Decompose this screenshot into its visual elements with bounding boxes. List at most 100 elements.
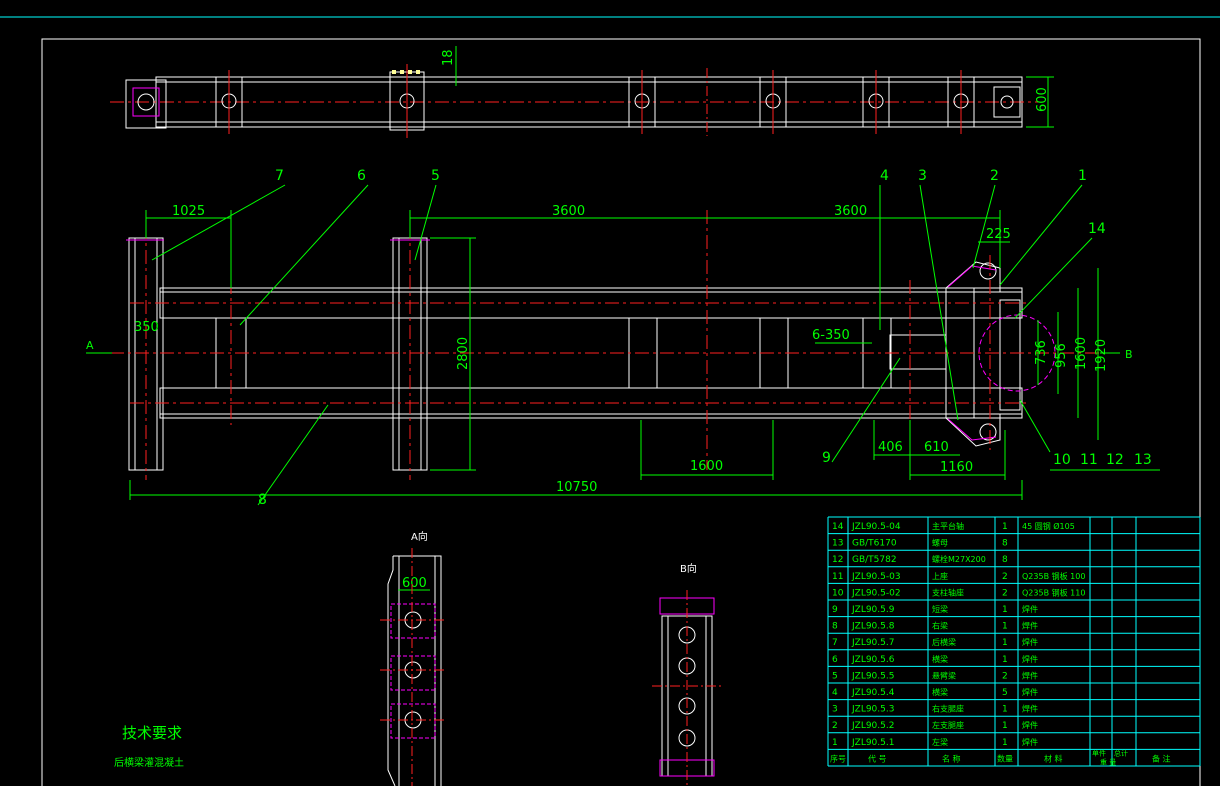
- bom-row-code: JZL90.5-02: [851, 588, 901, 598]
- bom-row-code: JZL90.5-04: [851, 522, 901, 532]
- balloon-10: 10: [1053, 452, 1071, 468]
- bom-header-material: 材 料: [1044, 753, 1063, 763]
- balloon-4: 4: [880, 168, 889, 184]
- bom-row-code: JZL90.5.2: [851, 721, 894, 731]
- bom-row-qty: 1: [1002, 655, 1008, 665]
- bom-row-material: 焊件: [1022, 670, 1038, 680]
- dim-3600-right: 3600: [834, 204, 867, 219]
- bom-row-code: JZL90.5.1: [851, 738, 894, 748]
- bom-row-no: 9: [832, 605, 838, 615]
- bom-row-qty: 1: [1002, 738, 1008, 748]
- balloon-9: 9: [822, 450, 831, 466]
- balloon-7: 7: [275, 168, 284, 184]
- bom-row-material: Q235B 钢板 110: [1022, 587, 1085, 597]
- bom-row-code: JZL90.5.8: [851, 622, 895, 632]
- view-b: B向: [652, 562, 722, 786]
- bom-row-no: 11: [832, 572, 843, 582]
- view-b-title: B向: [680, 562, 697, 575]
- balloon-5: 5: [431, 168, 440, 184]
- bom-row-qty: 8: [1002, 539, 1008, 549]
- bom-row-material: 焊件: [1022, 737, 1038, 747]
- dim-1600-bottom: 1600: [690, 459, 723, 474]
- bom-row-name: 右梁: [932, 621, 948, 631]
- dim-350: 350: [134, 320, 159, 335]
- view-arrow-a: A: [86, 339, 94, 352]
- bom-header-name: 名 称: [942, 753, 961, 763]
- bom-row-name: 横梁: [932, 687, 948, 697]
- bom-row-no: 10: [832, 588, 844, 598]
- bom-header-weight: 重 量: [1100, 758, 1116, 766]
- bom-row-no: 3: [832, 705, 838, 715]
- dim-736: 736: [1034, 340, 1049, 365]
- bom-header-qty: 数量: [997, 753, 1013, 763]
- balloon-14: 14: [1088, 221, 1106, 237]
- bom-row-qty: 2: [1002, 572, 1008, 582]
- bom-row-name: 主平台轴: [932, 521, 964, 531]
- dim-600-top: 600: [1035, 87, 1050, 112]
- bom-row-code: JZL90.5.5: [851, 671, 894, 681]
- front-view: [128, 237, 1023, 471]
- bom-row-material: 焊件: [1022, 654, 1038, 664]
- dim-6-350: 6-350: [812, 328, 850, 343]
- dim-2800: 2800: [456, 337, 471, 370]
- bom-row-no: 4: [832, 688, 838, 698]
- dim-1160: 1160: [940, 460, 973, 475]
- bom-row-name: 短梁: [932, 604, 948, 614]
- bom-row-name: 后横梁: [932, 637, 956, 647]
- bom-header-code: 代 号: [868, 753, 887, 763]
- dim-225: 225: [986, 227, 1011, 242]
- bom-row-code: JZL90.5-03: [851, 572, 901, 582]
- bom-row-code: JZL90.5.7: [851, 638, 894, 648]
- dim-10750: 10750: [556, 480, 597, 495]
- bom-row-material: 焊件: [1022, 604, 1038, 614]
- bom-row-name: 支柱轴座: [932, 587, 964, 597]
- dim-18: 18: [441, 49, 456, 66]
- bom-row-material: 焊件: [1022, 720, 1038, 730]
- bom-row-code: JZL90.5.3: [851, 705, 894, 715]
- balloon-3: 3: [918, 168, 927, 184]
- bom-row-qty: 8: [1002, 555, 1008, 565]
- dim-1025: 1025: [172, 204, 205, 219]
- view-a: A向 600: [380, 530, 446, 786]
- bom-row-material: 焊件: [1022, 637, 1038, 647]
- bom-row-material: 焊件: [1022, 687, 1038, 697]
- bom-row-qty: 2: [1002, 588, 1008, 598]
- bom-row-no: 12: [832, 555, 843, 565]
- balloon-12: 12: [1106, 452, 1124, 468]
- balloon-11: 11: [1080, 452, 1098, 468]
- bom-row-name: 上座: [932, 571, 948, 581]
- bom-header-w1: 单件: [1092, 748, 1106, 757]
- bom-row-name: 螺母: [932, 538, 948, 548]
- balloon-6: 6: [357, 168, 366, 184]
- view-arrow-b: B: [1125, 348, 1133, 361]
- bom-row-qty: 1: [1002, 622, 1008, 632]
- bom-row-qty: 1: [1002, 605, 1008, 615]
- bom-row-no: 7: [832, 638, 838, 648]
- bom-row-code: JZL90.5.4: [851, 688, 895, 698]
- bom-row-code: JZL90.5.9: [851, 605, 895, 615]
- bom-row-material: Q235B 钢板 100: [1022, 571, 1085, 581]
- cad-drawing: 18 600 1025 3600 3600 225 350 6-350 2800…: [0, 16, 1220, 786]
- bom-row-material: 焊件: [1022, 704, 1038, 714]
- bom-row-code: GB/T6170: [852, 539, 897, 549]
- bom-row-material: 45 圆钢 Ø105: [1022, 521, 1075, 531]
- bom-row-material: 焊件: [1022, 621, 1038, 631]
- bom-row-name: 悬臂梁: [932, 670, 956, 680]
- bom-row-code: JZL90.5.6: [851, 655, 895, 665]
- dim-406: 406: [878, 440, 903, 455]
- bom-row-qty: 5: [1002, 688, 1008, 698]
- balloon-8: 8: [258, 492, 267, 508]
- dim-610: 610: [924, 440, 949, 455]
- bom-row-name: 左支腿座: [932, 720, 964, 730]
- bom-row-qty: 1: [1002, 522, 1008, 532]
- bom-header-no: 序号: [830, 753, 846, 763]
- dim-956: 956: [1054, 343, 1069, 368]
- bom-header-remark: 备 注: [1152, 753, 1171, 763]
- bom-row-qty: 1: [1002, 705, 1008, 715]
- tech-req-line1: 后横梁灌混凝土: [114, 756, 184, 769]
- dim-600-view-a: 600: [402, 576, 427, 591]
- top-view: 18 600: [110, 46, 1054, 138]
- bom-row-no: 14: [832, 522, 844, 532]
- bom-row-qty: 1: [1002, 638, 1008, 648]
- dim-1920: 1920: [1094, 339, 1109, 372]
